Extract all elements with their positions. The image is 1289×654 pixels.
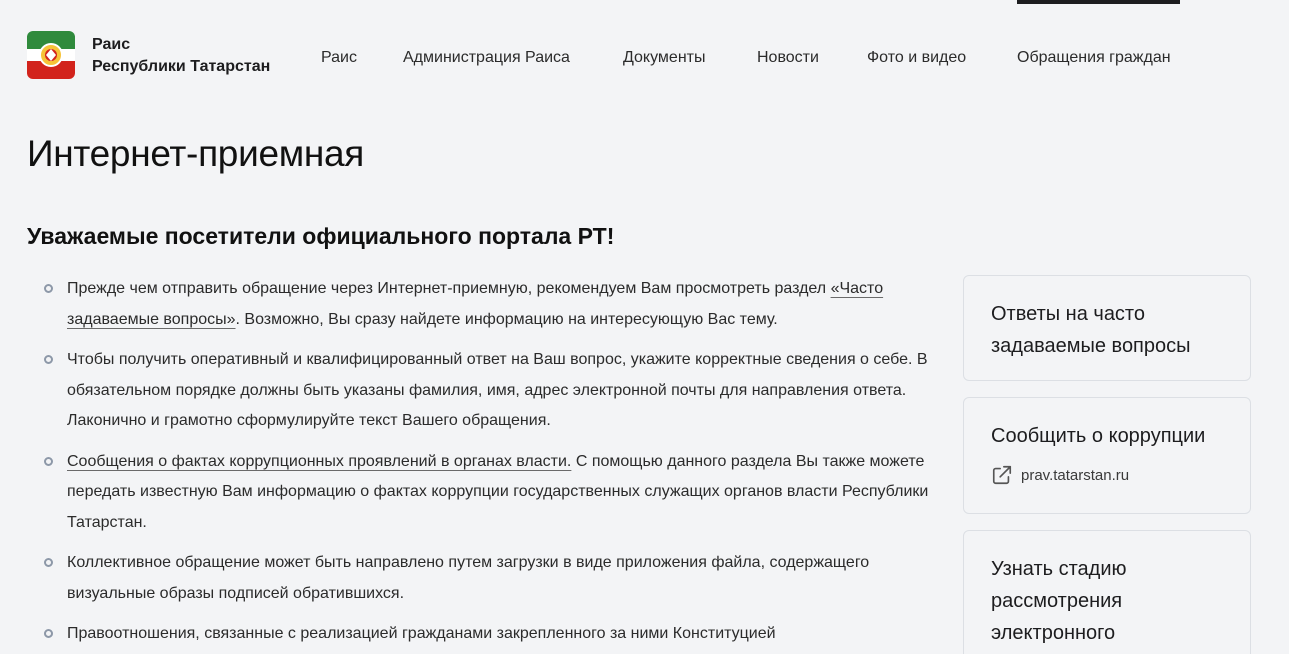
note-text: Правоотношения, связанные с реализацией … [67,625,776,642]
nav-item-citizen-appeals[interactable]: Обращения граждан [1017,47,1171,69]
note-text: . Возможно, Вы сразу найдете информацию … [235,310,778,328]
page-title: Интернет-приемная [27,133,365,174]
page-subtitle: Уважаемые посетители официального портал… [27,223,615,249]
status-card[interactable]: Узнать стадию рассмотрения электронного [963,530,1251,654]
bullet-icon [44,629,53,638]
nav-item-photo-video[interactable]: Фото и видео [867,47,966,69]
list-item: Правоотношения, связанные с реализацией … [44,619,939,650]
main-nav: Раис Администрация Раиса Документы Новос… [0,47,1289,69]
corruption-report-link[interactable]: Сообщения о фактах коррупционных проявле… [67,453,571,470]
list-item: Прежде чем отправить обращение через Инт… [44,274,939,335]
nav-item-administration[interactable]: Администрация Раиса [403,47,570,69]
notes-list: Прежде чем отправить обращение через Инт… [44,274,939,654]
nav-item-news[interactable]: Новости [757,47,819,69]
site-header: Раис Республики Татарстан Раис Администр… [0,0,1289,110]
note-text: Прежде чем отправить обращение через Инт… [67,280,831,297]
corruption-card[interactable]: Сообщить о коррупции prav.tatarstan.ru [963,397,1251,514]
bullet-icon [44,355,53,364]
faq-card[interactable]: Ответы на часто задаваемые вопросы [963,275,1251,381]
list-item: Коллективное обращение может быть направ… [44,548,939,609]
nav-item-documents[interactable]: Документы [623,47,705,69]
nav-item-rais[interactable]: Раис [321,47,357,69]
list-item: Чтобы получить оперативный и квалифициро… [44,345,939,437]
external-link-icon [992,465,1012,485]
note-text: Коллективное обращение может быть направ… [67,554,870,602]
corruption-card-link[interactable]: prav.tatarstan.ru [991,464,1223,486]
bullet-icon [44,558,53,567]
note-text: Чтобы получить оперативный и квалифициро… [67,351,928,429]
status-card-title: Узнать стадию рассмотрения электронного [991,558,1127,644]
bullet-icon [44,456,53,466]
bullet-icon [44,284,53,293]
corruption-card-title: Сообщить о коррупции [991,425,1206,447]
page-root: Раис Республики Татарстан Раис Администр… [0,0,1289,654]
corruption-card-link-text: prav.tatarstan.ru [1021,466,1130,484]
list-item: Сообщения о фактах коррупционных проявле… [44,447,939,539]
faq-card-title: Ответы на часто задаваемые вопросы [991,303,1191,357]
